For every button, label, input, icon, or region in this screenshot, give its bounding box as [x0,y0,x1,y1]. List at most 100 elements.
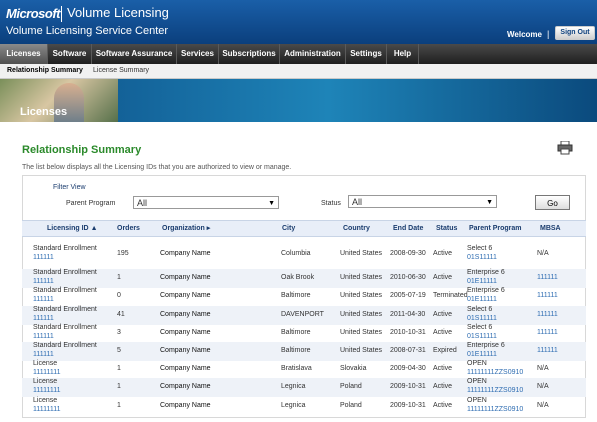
organization-name: Company Name [160,292,211,299]
city: Oak Brook [281,274,315,281]
table-row: License 11111111 1 Company Name Bratisla… [22,360,586,379]
licensing-id-type: Standard Enrollment [33,306,97,313]
sign-out-button[interactable]: Sign Out [555,26,595,40]
end-date: 2010-10-31 [390,329,426,336]
status: Expired [433,347,457,354]
header-separator: | [547,29,550,39]
end-date: 2009-10-31 [390,402,426,409]
parent-program-link[interactable]: 11111111ZZS0910 [467,387,523,394]
nav-settings[interactable]: Settings [346,44,387,64]
banner-title: Licenses [20,106,68,118]
parent-program-name: Enterprise 6 [467,269,505,276]
parent-program-name: OPEN [467,378,487,385]
service-center-title: Volume Licensing Service Center [6,25,169,37]
licensing-id-link[interactable]: 11111111 [33,406,61,413]
welcome-text: Welcome [507,30,542,39]
orders-count: 1 [117,383,121,390]
end-date: 2008-07-31 [390,347,426,354]
nav-software-assurance[interactable]: Software Assurance [92,44,177,64]
licensing-id-link[interactable]: 111111 [33,254,54,261]
parent-program-link[interactable]: 01E11111 [467,296,497,303]
city: Legnica [281,383,306,390]
col-city[interactable]: City [282,221,295,236]
mbsa-link[interactable]: 111111 [537,347,558,354]
licenses-banner: Licenses [0,79,597,122]
end-date: 2008-09-30 [390,250,426,257]
brand-logo: Microsoft [6,6,61,21]
city: Baltimore [281,329,311,336]
chevron-down-icon: ▼ [486,199,493,206]
table-row: License 11111111 1 Company Name Legnica … [22,397,586,416]
parent-program-link[interactable]: 01E11111 [467,351,497,358]
subnav-relationship-summary[interactable]: Relationship Summary [7,64,83,78]
subnav-license-summary[interactable]: License Summary [93,64,149,78]
col-orders[interactable]: Orders [117,221,140,236]
orders-count: 41 [117,311,125,318]
table-row: Standard Enrollment 111111 3 Company Nam… [22,324,586,343]
licensing-id-link[interactable]: 111111 [33,315,54,322]
orders-count: 1 [117,402,121,409]
status-select[interactable]: All ▼ [348,195,497,208]
table-row: License 11111111 1 Company Name Legnica … [22,378,586,397]
mbsa-link[interactable]: 111111 [537,311,558,318]
nav-administration[interactable]: Administration [280,44,346,64]
nav-help[interactable]: Help [387,44,419,64]
status: Active [433,274,453,281]
col-country[interactable]: Country [343,221,370,236]
filter-view-label: Filter View [53,184,86,191]
nav-software[interactable]: Software [48,44,92,64]
page-description: The list below displays all the Licensin… [22,164,292,171]
country: Poland [340,383,362,390]
organization-name: Company Name [160,329,211,336]
country: Slovakia [340,365,367,372]
nav-services[interactable]: Services [177,44,219,64]
organization-name: Company Name [160,311,211,318]
orders-count: 0 [117,292,121,299]
mbsa-link[interactable]: 111111 [537,292,558,299]
licensing-id-link[interactable]: 111111 [33,296,54,303]
table-row: Standard Enrollment 111111 41 Company Na… [22,306,586,325]
nav-subscriptions[interactable]: Subscriptions [219,44,280,64]
parent-program-link[interactable]: 01S11111 [467,254,497,261]
orders-count: 1 [117,274,121,281]
parent-program-link[interactable]: 01S11111 [467,333,497,340]
printer-icon[interactable] [557,141,573,155]
go-button[interactable]: Go [535,195,570,210]
parent-program-link[interactable]: 11111111ZZS0910 [467,406,523,413]
country: United States [340,292,383,299]
licensing-id-link[interactable]: 111111 [33,278,54,285]
col-parent-program[interactable]: Parent Program [469,221,522,236]
chevron-down-icon: ▼ [268,200,275,207]
mbsa-link[interactable]: 111111 [537,329,558,336]
col-end-date[interactable]: End Date [393,221,423,236]
licensing-id-type: License [33,360,58,367]
col-organization[interactable]: Organization ▸ [162,221,210,236]
parent-program-select[interactable]: All ▼ [133,196,279,209]
table-row: Standard Enrollment 111111 5 Company Nam… [22,342,586,361]
col-mbsa[interactable]: MBSA [540,221,561,236]
city: DAVENPORT [281,311,324,318]
licensing-id-link[interactable]: 11111111 [33,369,61,376]
parent-program-name: Select 6 [467,245,493,252]
parent-program-name: Select 6 [467,306,493,313]
mbsa-value: N/A [537,383,549,390]
mbsa-value: N/A [537,250,549,257]
parent-program-link[interactable]: 11111111ZZS0910 [467,369,523,376]
mbsa-link[interactable]: 111111 [537,274,558,281]
col-status[interactable]: Status [436,221,457,236]
licensing-id-type: License [33,378,58,385]
city: Bratislava [281,365,312,372]
parent-program-link[interactable]: 01S11111 [467,315,497,322]
licensing-id-link[interactable]: 111111 [33,333,54,340]
sort-ascending-icon: ▲ [90,225,98,232]
country: United States [340,311,383,318]
status-label: Status [321,200,341,207]
nav-licenses[interactable]: Licenses [0,44,48,64]
col-licensing-id[interactable]: Licensing ID ▲ [47,221,98,236]
licensing-id-link[interactable]: 11111111 [33,387,61,394]
status: Active [433,402,453,409]
licensing-id-link[interactable]: 111111 [33,351,54,358]
parent-program-link[interactable]: 01E11111 [467,278,497,285]
city: Baltimore [281,292,311,299]
status-value: All [352,197,363,207]
